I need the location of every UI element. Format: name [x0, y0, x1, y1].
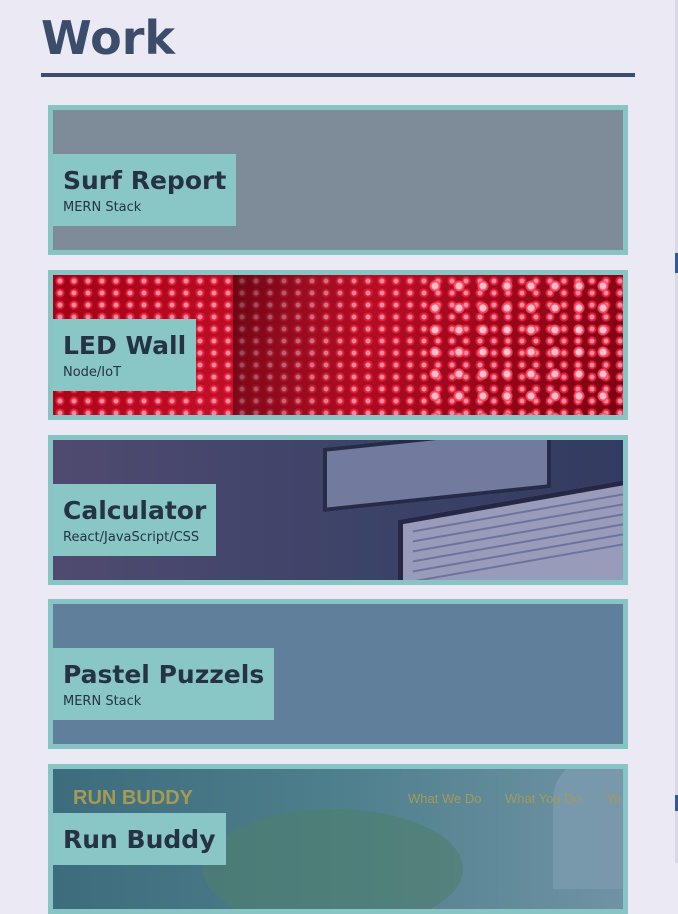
- project-title: Pastel Puzzels: [63, 660, 265, 689]
- project-card-calculator[interactable]: Calculator React/JavaScript/CSS: [48, 435, 628, 585]
- project-stack: Node/IoT: [63, 365, 122, 380]
- title-divider: [41, 73, 635, 77]
- project-card-surf-report[interactable]: Surf Report MERN Stack: [48, 105, 628, 255]
- run-buddy-nav-item: What You Do: [505, 791, 581, 806]
- project-label: LED Wall Node/IoT: [53, 319, 197, 391]
- project-stack: MERN Stack: [63, 200, 142, 215]
- project-label: Calculator React/JavaScript/CSS: [53, 484, 217, 556]
- run-buddy-nav-item: Yo: [606, 791, 621, 806]
- project-card-pastel-puzzels[interactable]: Pastel Puzzels MERN Stack: [48, 599, 628, 749]
- project-card-run-buddy[interactable]: RUN BUDDY What We Do What You Do Yo Run …: [48, 764, 628, 914]
- project-label: Run Buddy: [53, 813, 226, 865]
- project-title: LED Wall: [63, 331, 187, 360]
- run-buddy-brand: RUN BUDDY: [73, 787, 193, 809]
- page-title: Work: [41, 11, 175, 65]
- project-title: Run Buddy: [63, 825, 216, 854]
- project-card-led-wall[interactable]: LED Wall Node/IoT: [48, 270, 628, 420]
- project-label: Surf Report MERN Stack: [53, 154, 237, 226]
- project-stack: MERN Stack: [63, 694, 142, 709]
- project-title: Calculator: [63, 496, 207, 525]
- project-stack: React/JavaScript/CSS: [63, 530, 200, 545]
- project-label: Pastel Puzzels MERN Stack: [53, 648, 275, 720]
- project-title: Surf Report: [63, 166, 227, 195]
- run-buddy-nav-item: What We Do: [408, 791, 482, 806]
